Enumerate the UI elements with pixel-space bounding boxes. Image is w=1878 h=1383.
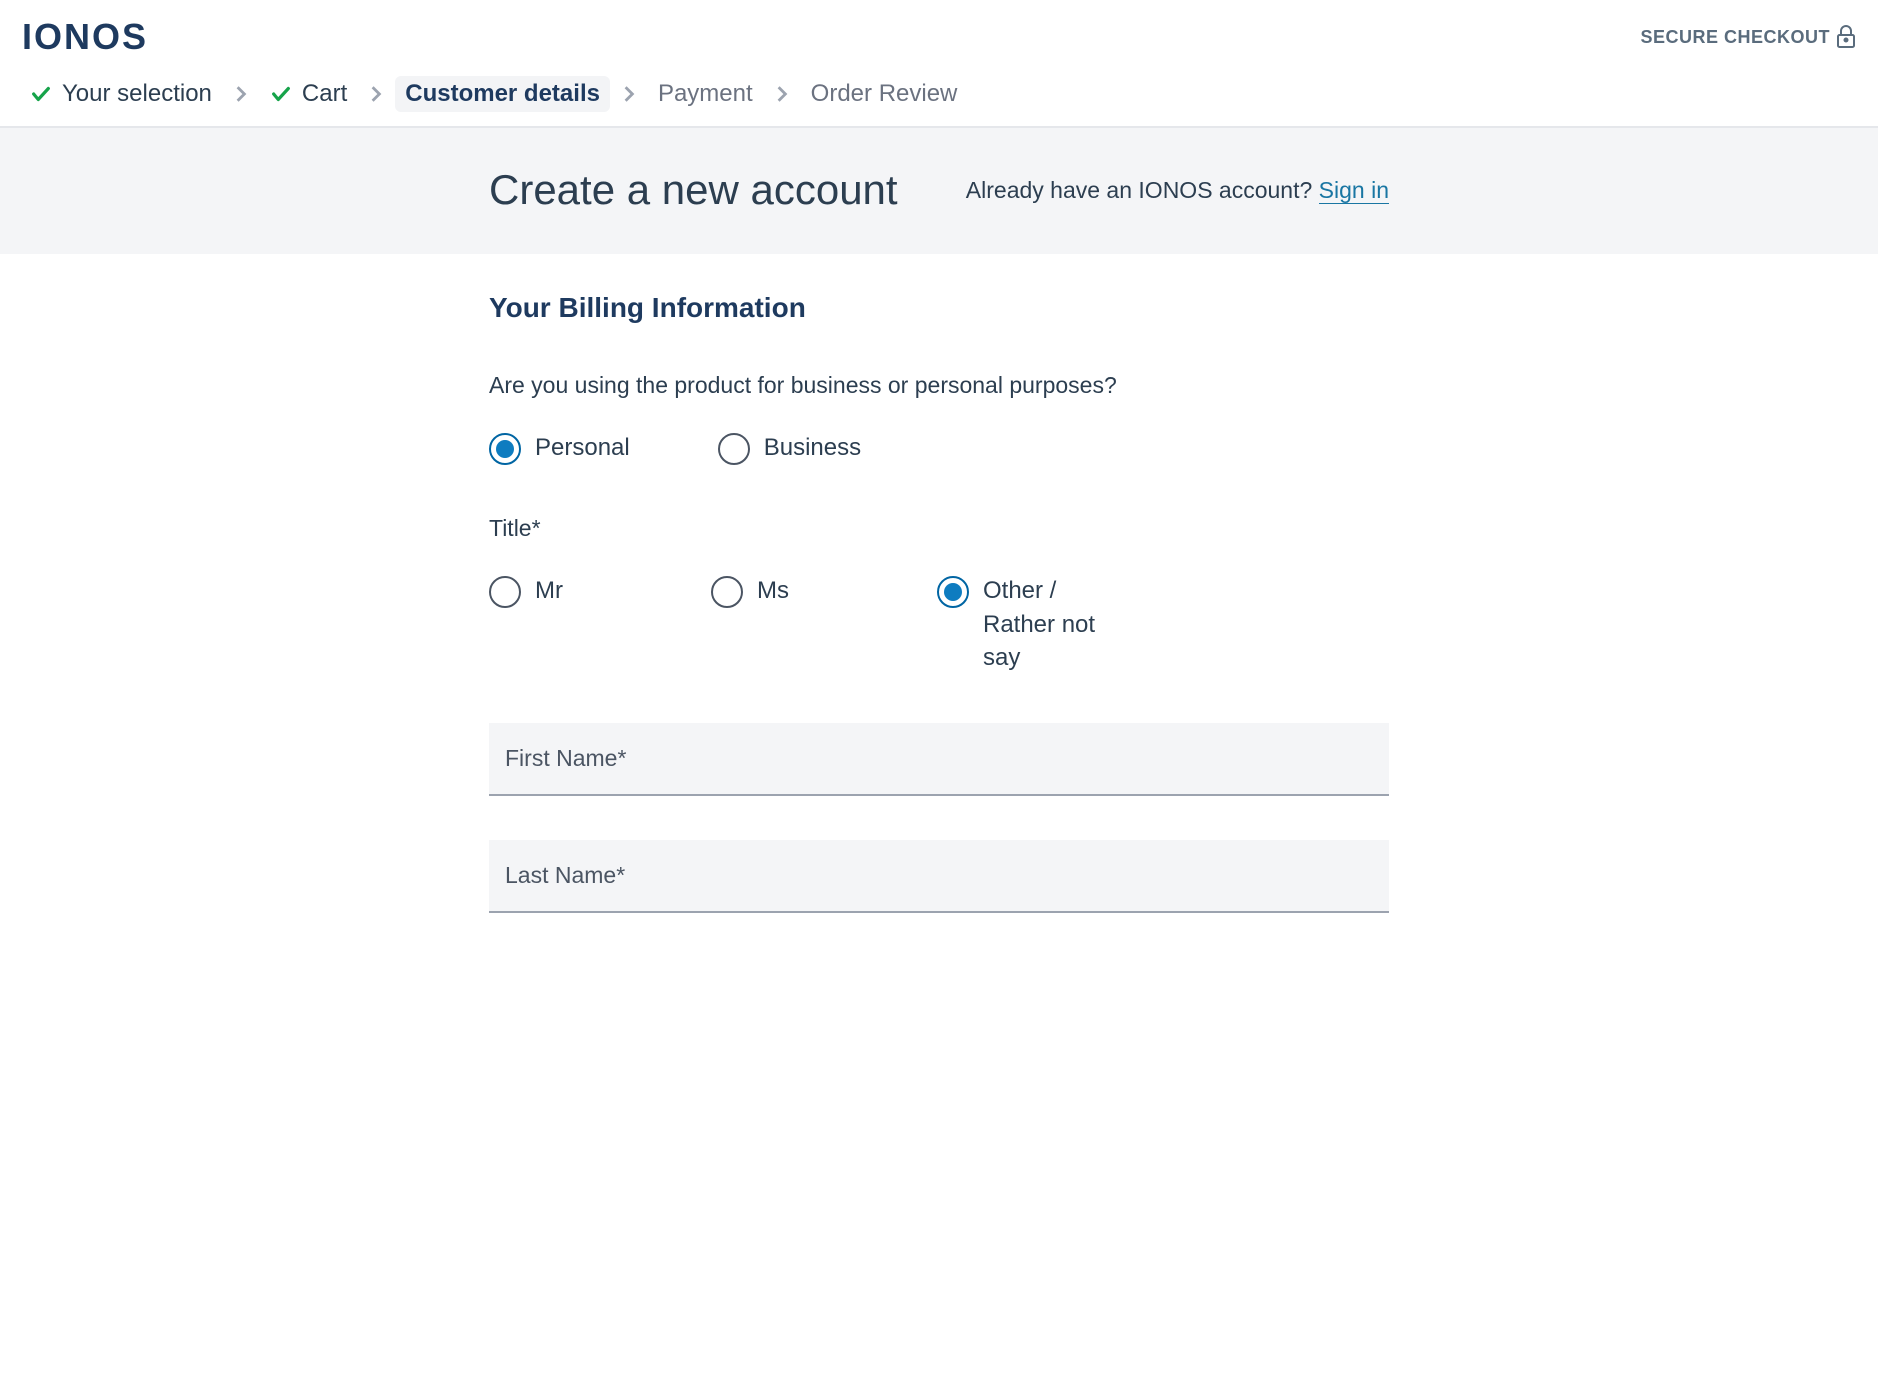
secure-checkout-label: SECURE CHECKOUT [1640, 27, 1830, 48]
title-section: Create a new account Already have an ION… [0, 128, 1878, 254]
crumb-your-selection[interactable]: Your selection [20, 76, 222, 112]
check-icon [30, 83, 52, 105]
usage-radio-group: Personal Business [489, 431, 1389, 465]
chevron-right-icon [369, 85, 383, 103]
radio-mr[interactable]: Mr [489, 574, 563, 675]
chevron-right-icon [234, 85, 248, 103]
title-field-label: Title* [489, 515, 1389, 542]
radio-other[interactable]: Other / Rather not say [937, 574, 1128, 675]
crumb-label: Order Review [811, 80, 958, 108]
radio-label: Mr [535, 574, 563, 608]
signin-link[interactable]: Sign in [1319, 177, 1389, 204]
radio-dot [944, 583, 962, 601]
page-title: Create a new account [489, 166, 898, 214]
radio-label: Ms [757, 574, 789, 608]
first-name-field[interactable]: First Name* [489, 723, 1389, 796]
signin-prompt: Already have an IONOS account? Sign in [966, 177, 1389, 204]
crumb-payment[interactable]: Payment [648, 76, 763, 112]
chevron-right-icon [622, 85, 636, 103]
radio-indicator [937, 576, 969, 608]
crumb-customer-details[interactable]: Customer details [395, 76, 610, 112]
crumb-order-review[interactable]: Order Review [801, 76, 968, 112]
billing-section-title: Your Billing Information [489, 292, 1389, 324]
crumb-label: Cart [302, 80, 347, 108]
radio-indicator [489, 433, 521, 465]
crumb-label: Payment [658, 80, 753, 108]
radio-label: Personal [535, 431, 630, 465]
chevron-right-icon [775, 85, 789, 103]
radio-indicator [711, 576, 743, 608]
radio-indicator [718, 433, 750, 465]
secure-checkout-badge: SECURE CHECKOUT [1640, 25, 1856, 49]
radio-indicator [489, 576, 521, 608]
title-radio-group: Mr Ms Other / Rather not say [489, 574, 1389, 675]
check-icon [270, 83, 292, 105]
radio-label: Other / Rather not say [983, 574, 1128, 675]
first-name-placeholder: First Name* [505, 745, 626, 771]
crumb-cart[interactable]: Cart [260, 76, 357, 112]
radio-label: Business [764, 431, 861, 465]
lock-icon [1836, 25, 1856, 49]
usage-question-label: Are you using the product for business o… [489, 372, 1389, 399]
crumb-label: Customer details [405, 80, 600, 108]
last-name-field[interactable]: Last Name* [489, 840, 1389, 913]
last-name-placeholder: Last Name* [505, 862, 625, 888]
page-header: IONOS SECURE CHECKOUT [0, 0, 1878, 58]
signin-prompt-text: Already have an IONOS account? [966, 177, 1319, 203]
checkout-breadcrumb: Your selection Cart Customer details Pay… [0, 58, 1878, 128]
crumb-label: Your selection [62, 80, 212, 108]
radio-business[interactable]: Business [718, 431, 861, 465]
radio-ms[interactable]: Ms [711, 574, 789, 675]
radio-dot [496, 440, 514, 458]
radio-personal[interactable]: Personal [489, 431, 630, 465]
form-section: Your Billing Information Are you using t… [0, 254, 1878, 1007]
logo[interactable]: IONOS [22, 16, 148, 58]
